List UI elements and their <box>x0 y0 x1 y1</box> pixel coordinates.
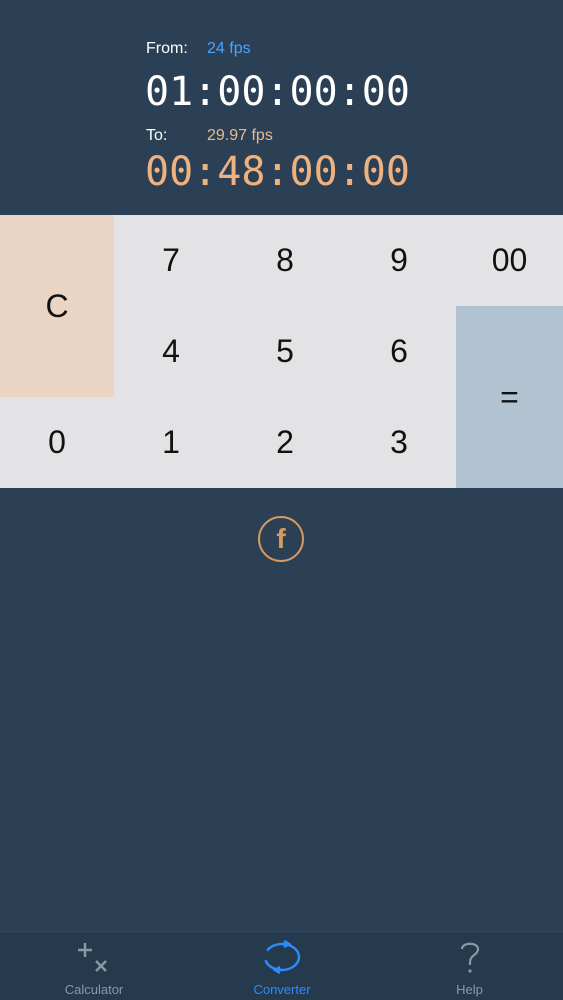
question-mark-icon <box>455 934 485 980</box>
tab-calculator[interactable]: Calculator <box>0 934 188 1000</box>
key-9-button[interactable]: 9 <box>342 215 456 306</box>
key-5-button[interactable]: 5 <box>228 306 342 397</box>
from-label: From: <box>146 40 188 57</box>
tab-label: Converter <box>253 982 311 997</box>
facebook-glyph: f <box>276 523 286 554</box>
tab-converter[interactable]: Converter <box>188 934 376 1000</box>
key-00-button[interactable]: 00 <box>456 215 563 306</box>
app-root: From: 24 fps 01:00:00:00 To: 29.97 fps 0… <box>0 0 563 1000</box>
key-2-button[interactable]: 2 <box>228 397 342 488</box>
to-timecode-display: 00:48:00:00 <box>145 149 410 195</box>
to-label: To: <box>146 127 168 144</box>
key-7-button[interactable]: 7 <box>114 215 228 306</box>
from-fps-selector[interactable]: 24 fps <box>207 40 251 58</box>
tab-label: Calculator <box>64 982 124 997</box>
equals-button[interactable]: = <box>456 306 563 488</box>
keypad: C 7 8 9 00 4 5 6 = 0 1 2 3 <box>0 215 563 488</box>
key-6-button[interactable]: 6 <box>342 306 456 397</box>
tab-bar: Calculator Converter Help <box>0 933 563 1000</box>
from-timecode-display[interactable]: 01:00:00:00 <box>145 72 410 112</box>
key-0-button[interactable]: 0 <box>0 397 114 488</box>
clear-button[interactable]: C <box>0 215 114 397</box>
refresh-cycle-icon <box>260 934 304 980</box>
key-1-button[interactable]: 1 <box>114 397 228 488</box>
tab-help[interactable]: Help <box>376 934 563 1000</box>
key-3-button[interactable]: 3 <box>342 397 456 488</box>
to-fps-selector[interactable]: 29.97 fps <box>207 127 273 145</box>
key-8-button[interactable]: 8 <box>228 215 342 306</box>
timecode-header: From: 24 fps 01:00:00:00 To: 29.97 fps 0… <box>0 0 563 215</box>
key-4-button[interactable]: 4 <box>114 306 228 397</box>
plus-times-icon <box>74 934 114 980</box>
tab-label: Help <box>456 982 483 997</box>
facebook-icon[interactable]: f <box>258 516 304 562</box>
